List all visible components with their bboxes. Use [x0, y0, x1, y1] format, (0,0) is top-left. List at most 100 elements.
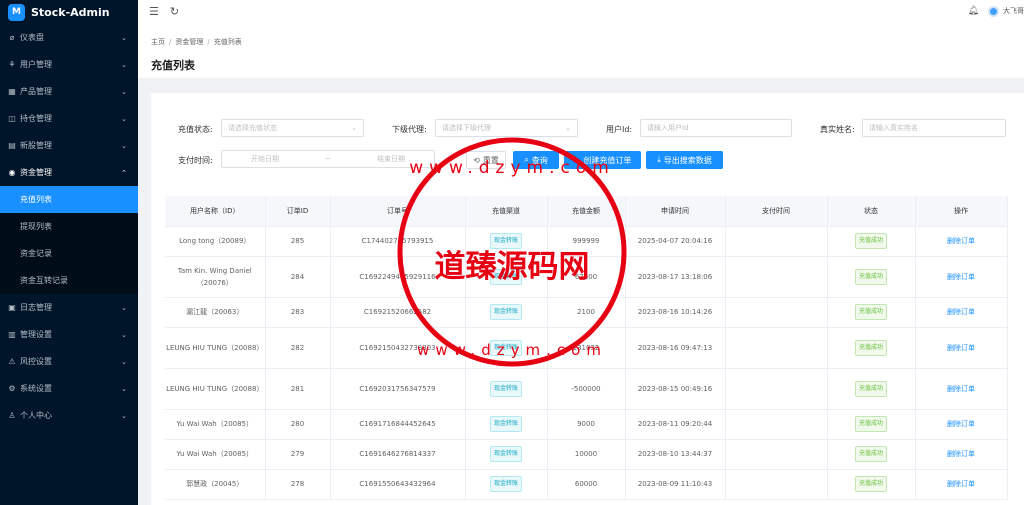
- cell-order-id: 284: [265, 256, 331, 298]
- plus-icon: +: [573, 155, 581, 165]
- delete-order-link[interactable]: 删除订单: [947, 450, 975, 458]
- sidebar-item-label: 日志管理: [20, 303, 52, 312]
- breadcrumb-funds[interactable]: 资金管理: [175, 38, 203, 46]
- channel-tag: 现金转账: [489, 339, 522, 356]
- sidebar-item-ipo[interactable]: ▤ 新股管理 ⌄: [0, 132, 138, 159]
- name-label: 真实姓名:: [820, 125, 855, 134]
- start-date[interactable]: 开始日期: [251, 154, 279, 164]
- funds-submenu: 充值列表 提现列表 资金记录 资金互转记录: [0, 186, 138, 294]
- name-input[interactable]: 请输入真实姓名: [862, 119, 1006, 137]
- sidebar-item-positions[interactable]: ◫ 持仓管理 ⌄: [0, 105, 138, 132]
- logo-icon: M: [8, 3, 25, 21]
- cell-order-id: 282: [265, 327, 331, 369]
- col-action: 操作: [915, 196, 1008, 227]
- cell-apply-time: 2023-08-16 10:14:26: [625, 297, 726, 328]
- cell-order-no: C1692150432738303: [330, 327, 466, 369]
- uid-input[interactable]: 请输入用户Id: [640, 119, 792, 137]
- cell-action: 删除订单: [915, 226, 1008, 257]
- cell-pay-time: [725, 297, 828, 328]
- cell-apply-time: 2023-08-15 00:49:16: [625, 368, 726, 410]
- cell-user: 郭慧政（20045）: [165, 469, 266, 500]
- sidebar-item-admin-settings[interactable]: ▥ 管理设置 ⌄: [0, 321, 138, 348]
- bell-icon[interactable]: 🔔︎: [968, 6, 979, 16]
- reset-button[interactable]: ⟲ 重置: [466, 151, 506, 169]
- cell-apply-time: 2025-04-07 20:04:16: [625, 226, 726, 257]
- person-icon: ♙: [8, 411, 16, 420]
- delete-order-link[interactable]: 删除订单: [947, 480, 975, 488]
- table-row: LEUNG HIU TUNG（20088） 282 C169215043273830…: [165, 327, 1008, 369]
- chevron-down-icon: ⌄: [121, 33, 127, 42]
- delete-order-link[interactable]: 删除订单: [947, 420, 975, 428]
- sidebar-item-dashboard[interactable]: ⌀ 仪表盘 ⌄: [0, 24, 138, 51]
- cell-user: Tam Kin. Wing Daniel（20076）: [165, 256, 266, 298]
- sidebar-item-system-settings[interactable]: ⚙ 系统设置 ⌄: [0, 375, 138, 402]
- end-date[interactable]: 结束日期: [377, 154, 405, 164]
- status-select[interactable]: 请选择充值状态 ⌄: [221, 119, 364, 137]
- range-separator: ~: [325, 155, 331, 163]
- delete-order-link[interactable]: 删除订单: [947, 385, 975, 393]
- delete-order-link[interactable]: 删除订单: [947, 344, 975, 352]
- cell-action: 删除订单: [915, 256, 1008, 298]
- cell-order-no: C1691646276814337: [330, 439, 466, 470]
- export-button[interactable]: ⤓ 导出搜索数据: [646, 151, 723, 169]
- table-row: 郭慧政（20045） 278 C1691550643432964 现金转账 60000 2…: [165, 469, 1008, 500]
- menu-collapse-icon[interactable]: ☰: [149, 5, 159, 18]
- sidebar-item-users[interactable]: ⚘ 用户管理 ⌄: [0, 51, 138, 78]
- user-icon: ⚘: [8, 60, 16, 69]
- channel-tag: 现金转账: [489, 446, 522, 462]
- sidebar-item-funds[interactable]: ◉ 资金管理 ⌃: [0, 159, 138, 186]
- download-icon: ⤓: [657, 155, 661, 164]
- col-user: 用户名称（ID）: [165, 196, 266, 227]
- refresh-icon[interactable]: ↻: [170, 5, 179, 18]
- agent-select[interactable]: 请选择下级代理 ⌄: [435, 119, 578, 137]
- cell-pay-time: [725, 469, 828, 500]
- search-button[interactable]: ⌕ 查询: [513, 151, 559, 169]
- sidebar-item-risk-settings[interactable]: ⚠ 风控设置 ⌄: [0, 348, 138, 375]
- delete-order-link[interactable]: 删除订单: [947, 237, 975, 245]
- status-tag: 充值成功: [854, 446, 887, 462]
- app-name: Stock-Admin: [31, 5, 110, 19]
- create-order-button[interactable]: + 创建充值订单: [564, 151, 641, 169]
- avatar[interactable]: [988, 5, 999, 17]
- sidebar-item-profile[interactable]: ♙ 个人中心 ⌄: [0, 402, 138, 429]
- cell-channel: 现金转账: [465, 368, 548, 410]
- cell-order-no: C1692031756347579: [330, 368, 466, 410]
- col-pay-time: 支付时间: [725, 196, 828, 227]
- sidebar-item-label: 风控设置: [20, 357, 52, 366]
- sidebar-item-label: 持仓管理: [20, 114, 52, 123]
- agent-label: 下级代理:: [392, 125, 427, 134]
- date-range-picker[interactable]: 开始日期 ~ 结束日期: [221, 150, 435, 168]
- chevron-down-icon: ⌄: [121, 411, 127, 420]
- cell-order-id: 281: [265, 368, 331, 410]
- cell-apply-time: 2023-08-10 13:44:37: [625, 439, 726, 470]
- cell-status: 充值成功: [827, 256, 916, 298]
- cell-amount: 999999: [547, 226, 626, 257]
- sidebar-item-products[interactable]: ▦ 产品管理 ⌄: [0, 78, 138, 105]
- cell-action: 删除订单: [915, 327, 1008, 369]
- delete-order-link[interactable]: 删除订单: [947, 308, 975, 316]
- delete-order-link[interactable]: 删除订单: [947, 273, 975, 281]
- cell-amount: 67800: [547, 256, 626, 298]
- breadcrumb: 主页 / 资金管理 / 充值列表: [151, 38, 242, 46]
- search-icon: ⌕: [524, 155, 529, 164]
- app-logo[interactable]: M Stock-Admin: [0, 0, 138, 24]
- breadcrumb-home[interactable]: 主页: [151, 38, 165, 46]
- sidebar-subitem-recharge-list[interactable]: 充值列表: [0, 186, 138, 213]
- sidebar-subitem-withdraw-list[interactable]: 提现列表: [0, 213, 138, 240]
- cell-action: 删除订单: [915, 297, 1008, 328]
- cell-pay-time: [725, 226, 828, 257]
- reset-icon: ⟲: [473, 155, 480, 165]
- cell-pay-time: [725, 409, 828, 440]
- cell-order-id: 279: [265, 439, 331, 470]
- sidebar-subitem-transfer-records[interactable]: 资金互转记录: [0, 267, 138, 294]
- user-name[interactable]: 大飞哥: [1003, 6, 1024, 16]
- cell-amount: 2100: [547, 297, 626, 328]
- sidebar-item-label: 新股管理: [20, 141, 52, 150]
- status-tag: 充值成功: [854, 416, 887, 432]
- sidebar-item-label: 个人中心: [20, 411, 52, 420]
- chevron-down-icon: ⌄: [121, 357, 127, 366]
- sidebar-item-logs[interactable]: ▣ 日志管理 ⌄: [0, 294, 138, 321]
- cell-apply-time: 2023-08-11 09:20:44: [625, 409, 726, 440]
- sidebar-subitem-fund-records[interactable]: 资金记录: [0, 240, 138, 267]
- cell-action: 删除订单: [915, 368, 1008, 410]
